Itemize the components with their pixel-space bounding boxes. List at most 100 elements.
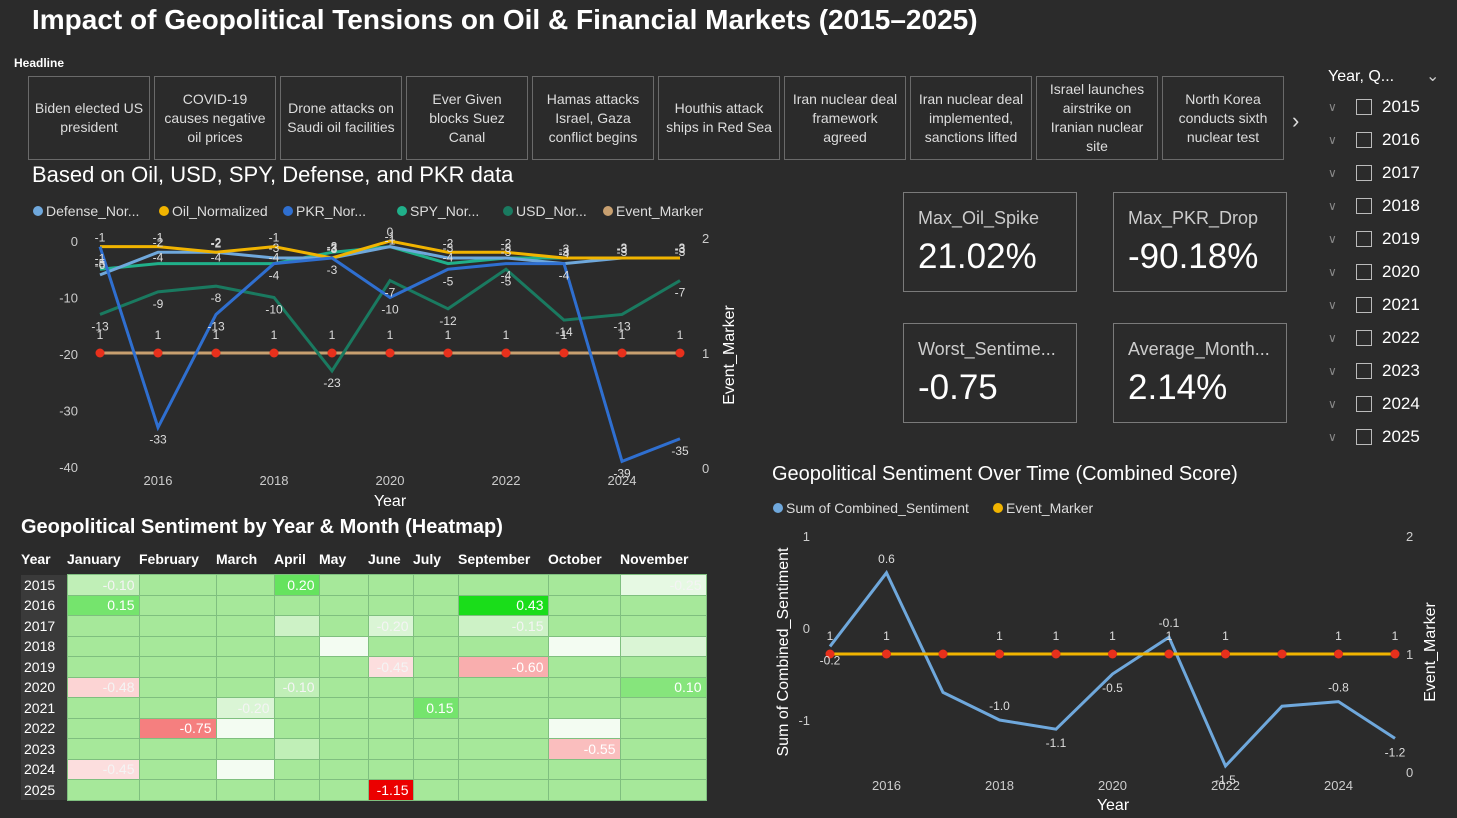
expand-chevron-icon[interactable]: ∨ [1328,166,1350,180]
expand-chevron-icon[interactable]: ∨ [1328,100,1350,114]
series-line [828,569,1396,769]
headline-card[interactable]: Ever Given blocks Suez Canal [406,76,528,160]
expand-chevron-icon[interactable]: ∨ [1328,232,1350,246]
data-label: 1 [996,629,1003,643]
data-label: -10 [265,303,283,317]
headline-card[interactable]: Israel launches airstrike on Iranian nuc… [1036,76,1158,160]
expand-chevron-icon[interactable]: ∨ [1328,331,1350,345]
data-label: -10 [381,303,399,317]
heatmap-cell [215,738,275,760]
checkbox[interactable] [1356,329,1372,346]
heatmap-row: 2017 -0.20 -0.15 [21,615,707,637]
checkbox[interactable] [1356,263,1372,280]
heatmap-cell [619,779,707,801]
checkbox[interactable] [1356,164,1372,181]
legend-marker [603,206,613,216]
checkbox[interactable] [1356,131,1372,148]
year-slicer-item[interactable]: ∨ 2019 [1328,222,1438,255]
heatmap-cell [457,717,549,739]
expand-chevron-icon[interactable]: ∨ [1328,298,1350,312]
event-marker-point [675,348,685,358]
checkbox[interactable] [1356,98,1372,115]
expand-chevron-icon[interactable]: ∨ [1328,199,1350,213]
year-slicer-item[interactable]: ∨ 2015 [1328,90,1438,123]
headline-card[interactable]: Iran nuclear deal framework agreed [784,76,906,160]
heatmap-cell [273,779,320,801]
y-tick-label: -10 [59,291,78,306]
headline-card[interactable]: Houthis attack ships in Red Sea [658,76,780,160]
legend-marker [397,206,407,216]
data-label: 1 [677,328,684,342]
event-marker-point [95,348,105,358]
year-slicer-item[interactable]: ∨ 2022 [1328,321,1438,354]
y-tick-label: -1 [798,713,810,728]
data-label: -3 [675,245,686,259]
year-slicer-item[interactable]: ∨ 2020 [1328,255,1438,288]
kpi-value: 2.14% [1128,368,1228,407]
year-slicer-item[interactable]: ∨ 2025 [1328,420,1438,453]
heatmap-column-header: September [458,551,531,567]
checkbox[interactable] [1356,230,1372,247]
heatmap-cell [457,738,549,760]
heatmap-cell [318,758,369,780]
expand-chevron-icon[interactable]: ∨ [1328,265,1350,279]
data-label: -4 [211,251,222,265]
heatmap-row: 2019 -0.45 -0.60 [21,656,707,678]
checkbox[interactable] [1356,296,1372,313]
expand-chevron-icon[interactable]: ∨ [1328,133,1350,147]
headline-card[interactable]: Hamas attacks Israel, Gaza conflict begi… [532,76,654,160]
kpi-label: Max_PKR_Drop [1128,208,1259,228]
heatmap-cell [547,656,621,678]
dashboard-title: Impact of Geopolitical Tensions on Oil &… [32,4,978,35]
headline-card[interactable]: North Korea conducts sixth nuclear test [1162,76,1284,160]
data-label: -4 [559,269,570,283]
headline-card[interactable]: Drone attacks on Saudi oil facilities [280,76,402,160]
headline-card[interactable]: Iran nuclear deal implemented, sanctions… [910,76,1032,160]
year-slicer-item[interactable]: ∨ 2017 [1328,156,1438,189]
data-label: -1 [269,231,280,245]
heatmap-cell [215,574,275,596]
checkbox[interactable] [1356,395,1372,412]
heatmap-cell [138,615,217,637]
event-marker-point [1051,649,1061,659]
heatmap-cell [215,758,275,780]
checkbox[interactable] [1356,362,1372,379]
data-label: 1 [329,328,336,342]
headline-card[interactable]: Biden elected US president [28,76,150,160]
chevron-down-icon[interactable]: ⌄ [1426,66,1439,86]
checkbox[interactable] [1356,428,1372,445]
checkbox[interactable] [1356,197,1372,214]
heatmap-cell: -1.15 [367,779,414,801]
year-slicer-item[interactable]: ∨ 2016 [1328,123,1438,156]
year-slicer-item[interactable]: ∨ 2023 [1328,354,1438,387]
heatmap-year-cell: 2023 [21,738,67,759]
heatmap-column-header: November [620,551,689,567]
heatmap-year-cell: 2020 [21,677,67,698]
data-label: -33 [149,432,167,446]
heatmap-year-cell: 2019 [21,656,67,677]
heatmap-year-cell: 2015 [21,574,67,595]
expand-chevron-icon[interactable]: ∨ [1328,430,1350,444]
event-marker-point [1334,649,1343,659]
heatmap-cell [273,738,320,760]
kpi-value: -90.18% [1128,237,1259,276]
data-label: 1 [445,328,452,342]
expand-chevron-icon[interactable]: ∨ [1328,397,1350,411]
year-slicer-item[interactable]: ∨ 2024 [1328,387,1438,420]
year-slicer-item[interactable]: ∨ 2018 [1328,189,1438,222]
data-label: -5 [95,256,106,270]
heatmap-row-header[interactable]: Year [21,544,67,575]
chevron-right-icon[interactable]: › [1292,108,1299,134]
data-label: 1 [97,328,104,342]
heatmap-cell [138,574,217,596]
heatmap-cell: -0.15 [457,615,549,637]
expand-chevron-icon[interactable]: ∨ [1328,364,1350,378]
heatmap-cell [273,758,320,780]
data-label: -39 [613,466,631,480]
headline-card[interactable]: COVID-19 causes negative oil prices [154,76,276,160]
year-slicer-item[interactable]: ∨ 2021 [1328,288,1438,321]
heatmap-cell [273,656,320,678]
kpi-value: 21.02% [918,237,1037,276]
legend-label: Defense_Nor... [46,203,139,219]
x-tick-label: 2022 [492,473,521,488]
